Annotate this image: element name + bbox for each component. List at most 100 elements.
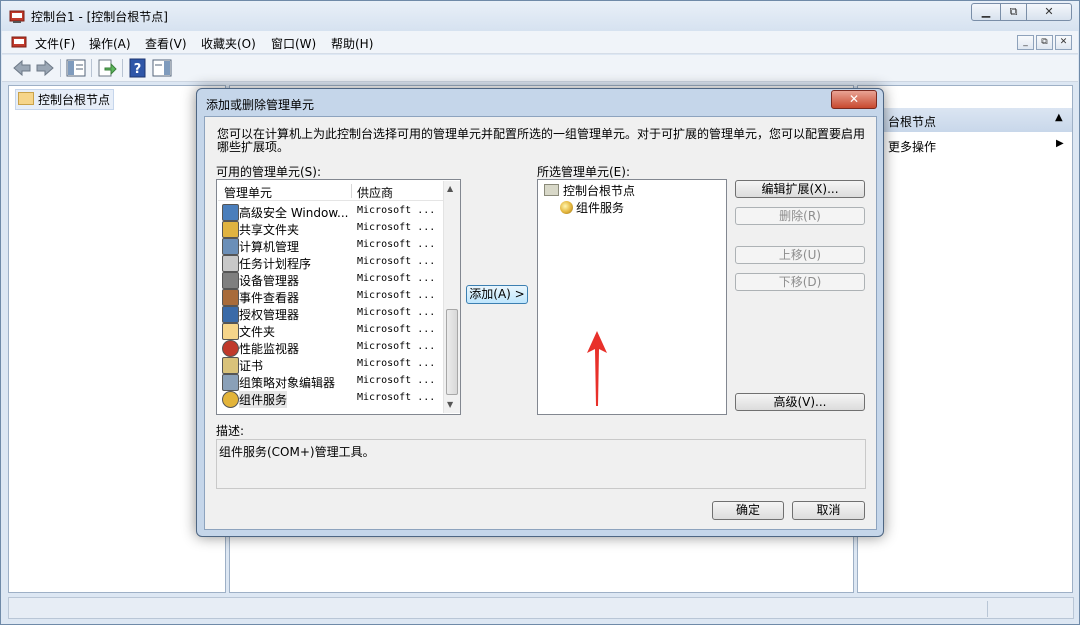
tree-node-console-root[interactable]: 控制台根节点 bbox=[15, 89, 115, 110]
restore-button[interactable]: ⧉ bbox=[1000, 3, 1027, 21]
status-separator bbox=[987, 601, 988, 617]
move-down-button[interactable]: 下移(D) bbox=[735, 273, 865, 291]
snapin-vendor: Microsoft ... bbox=[357, 392, 436, 403]
list-item[interactable]: 证书 Microsoft ... bbox=[222, 356, 447, 374]
list-item[interactable]: 共享文件夹 Microsoft ... bbox=[222, 220, 447, 238]
column-separator[interactable] bbox=[351, 184, 352, 198]
snapin-vendor: Microsoft ... bbox=[357, 307, 436, 318]
console-tree-pane: 控制台根节点 bbox=[8, 85, 226, 593]
scroll-down-icon[interactable]: ▼ bbox=[447, 400, 453, 409]
mdi-close-button[interactable]: ✕ bbox=[1055, 35, 1072, 50]
snapin-icon bbox=[222, 289, 239, 306]
component-services-icon bbox=[560, 201, 573, 214]
menu-action[interactable]: 操作(A) bbox=[89, 35, 131, 52]
collapse-up-icon[interactable]: ▲ bbox=[1055, 112, 1063, 123]
folder-icon bbox=[18, 92, 34, 105]
add-button[interactable]: 添加(A) > bbox=[466, 285, 528, 304]
snapin-vendor: Microsoft ... bbox=[357, 256, 436, 267]
snapin-name: 组件服务 bbox=[239, 391, 288, 408]
selected-child-label: 组件服务 bbox=[576, 201, 625, 215]
dialog-close-button[interactable]: ✕ bbox=[831, 90, 877, 109]
list-item[interactable]: 组策略对象编辑器 Microsoft ... bbox=[222, 373, 447, 391]
scroll-up-icon[interactable]: ▲ bbox=[447, 184, 453, 193]
snapin-name: 性能监视器 bbox=[239, 342, 300, 356]
window-title: 控制台1 - [控制台根节点] bbox=[31, 10, 168, 24]
menu-favorites[interactable]: 收藏夹(O) bbox=[201, 35, 256, 52]
close-button[interactable]: ✕ bbox=[1026, 3, 1072, 21]
mdi-restore-button[interactable]: ⧉ bbox=[1036, 35, 1053, 50]
folder-icon bbox=[544, 184, 559, 196]
snapin-vendor: Microsoft ... bbox=[357, 205, 436, 216]
title-bar[interactable]: 控制台1 - [控制台根节点] ▁ ⧉ ✕ bbox=[1, 1, 1079, 31]
snapin-name: 组策略对象编辑器 bbox=[239, 376, 336, 390]
list-item[interactable]: 组件服务 Microsoft ... bbox=[222, 390, 447, 408]
show-hide-tree-icon[interactable] bbox=[66, 58, 86, 78]
vertical-scrollbar[interactable]: ▲ ▼ bbox=[443, 181, 460, 413]
mmc-console-icon[interactable] bbox=[11, 34, 27, 50]
back-arrow-icon[interactable] bbox=[12, 58, 32, 78]
minimize-button[interactable]: ▁ bbox=[971, 3, 1001, 21]
remove-button[interactable]: 删除(R) bbox=[735, 207, 865, 225]
snapin-vendor: Microsoft ... bbox=[357, 341, 436, 352]
list-item[interactable]: 计算机管理 Microsoft ... bbox=[222, 237, 447, 255]
actions-section-title: 台根节点 bbox=[888, 115, 937, 129]
snapin-icon bbox=[222, 306, 239, 323]
snapin-name: 计算机管理 bbox=[239, 240, 300, 254]
edit-extensions-button[interactable]: 编辑扩展(X)... bbox=[735, 180, 865, 198]
move-up-button[interactable]: 上移(U) bbox=[735, 246, 865, 264]
menu-file[interactable]: 文件(F) bbox=[35, 35, 75, 52]
snapin-vendor: Microsoft ... bbox=[357, 324, 436, 335]
menu-view[interactable]: 查看(V) bbox=[145, 35, 187, 52]
menu-window[interactable]: 窗口(W) bbox=[271, 35, 316, 52]
ok-button[interactable]: 确定 bbox=[712, 501, 784, 520]
selected-node-component-services[interactable]: 组件服务 bbox=[560, 199, 624, 216]
more-actions-item[interactable]: 更多操作 bbox=[888, 138, 936, 155]
status-bar bbox=[8, 597, 1074, 619]
list-item[interactable]: 性能监视器 Microsoft ... bbox=[222, 339, 447, 357]
actions-pane: 台根节点 ▲ 更多操作 ▶ bbox=[857, 85, 1073, 593]
mdi-minimize-button[interactable]: _ bbox=[1017, 35, 1034, 50]
snapin-vendor: Microsoft ... bbox=[357, 358, 436, 369]
list-item[interactable]: 事件查看器 Microsoft ... bbox=[222, 288, 447, 306]
snapin-name: 任务计划程序 bbox=[239, 257, 312, 271]
available-rows: 高级安全 Window... Microsoft ... 共享文件夹 Microsof… bbox=[217, 203, 443, 413]
snapin-icon bbox=[222, 255, 239, 272]
snapin-name: 设备管理器 bbox=[239, 274, 300, 288]
actions-section-header[interactable]: 台根节点 ▲ bbox=[858, 108, 1072, 132]
advanced-button[interactable]: 高级(V)... bbox=[735, 393, 865, 411]
selected-root-label: 控制台根节点 bbox=[563, 184, 636, 198]
description-text: 组件服务(COM+)管理工具。 bbox=[219, 445, 375, 459]
snapin-icon bbox=[222, 272, 239, 289]
snapin-vendor: Microsoft ... bbox=[357, 222, 436, 233]
dialog-body: 您可以在计算机上为此控制台选择可用的管理单元并配置所选的一组管理单元。对于可扩展… bbox=[204, 116, 877, 530]
list-item[interactable]: 任务计划程序 Microsoft ... bbox=[222, 254, 447, 272]
list-item[interactable]: 授权管理器 Microsoft ... bbox=[222, 305, 447, 323]
menu-help[interactable]: 帮助(H) bbox=[331, 35, 373, 52]
snapin-name: 授权管理器 bbox=[239, 308, 300, 322]
snapin-icon bbox=[222, 391, 239, 408]
dialog-title: 添加或删除管理单元 bbox=[206, 98, 315, 112]
scrollbar-thumb[interactable] bbox=[446, 309, 458, 395]
help-icon[interactable]: ? bbox=[128, 58, 148, 78]
list-item[interactable]: 设备管理器 Microsoft ... bbox=[222, 271, 447, 289]
column-header-vendor[interactable]: 供应商 bbox=[357, 184, 393, 201]
export-list-icon[interactable] bbox=[97, 58, 117, 78]
menu-bar: 文件(F) 操作(A) 查看(V) 收藏夹(O) 窗口(W) 帮助(H) _ ⧉… bbox=[2, 31, 1078, 54]
snapin-icon bbox=[222, 204, 239, 221]
description-box: 组件服务(COM+)管理工具。 bbox=[216, 439, 866, 489]
cancel-button[interactable]: 取消 bbox=[792, 501, 865, 520]
show-hide-action-pane-icon[interactable] bbox=[152, 58, 172, 78]
list-item[interactable]: 高级安全 Window... Microsoft ... bbox=[222, 203, 447, 221]
column-header-snapin[interactable]: 管理单元 bbox=[224, 184, 272, 201]
snapin-name: 共享文件夹 bbox=[239, 223, 300, 237]
selected-node-console-root[interactable]: 控制台根节点 bbox=[544, 182, 635, 199]
selected-snapins-label: 所选管理单元(E): bbox=[537, 165, 630, 179]
selected-snapins-list[interactable]: 控制台根节点 组件服务 bbox=[537, 179, 727, 415]
snapin-vendor: Microsoft ... bbox=[357, 290, 436, 301]
available-snapins-list[interactable]: 管理单元 供应商 高级安全 Window... Microsoft ... 共享文件… bbox=[216, 179, 461, 415]
mmc-console-icon bbox=[9, 10, 25, 23]
snapin-icon bbox=[222, 323, 239, 340]
list-item[interactable]: 文件夹 Microsoft ... bbox=[222, 322, 447, 340]
forward-arrow-icon[interactable] bbox=[35, 58, 55, 78]
svg-text:?: ? bbox=[134, 62, 142, 77]
